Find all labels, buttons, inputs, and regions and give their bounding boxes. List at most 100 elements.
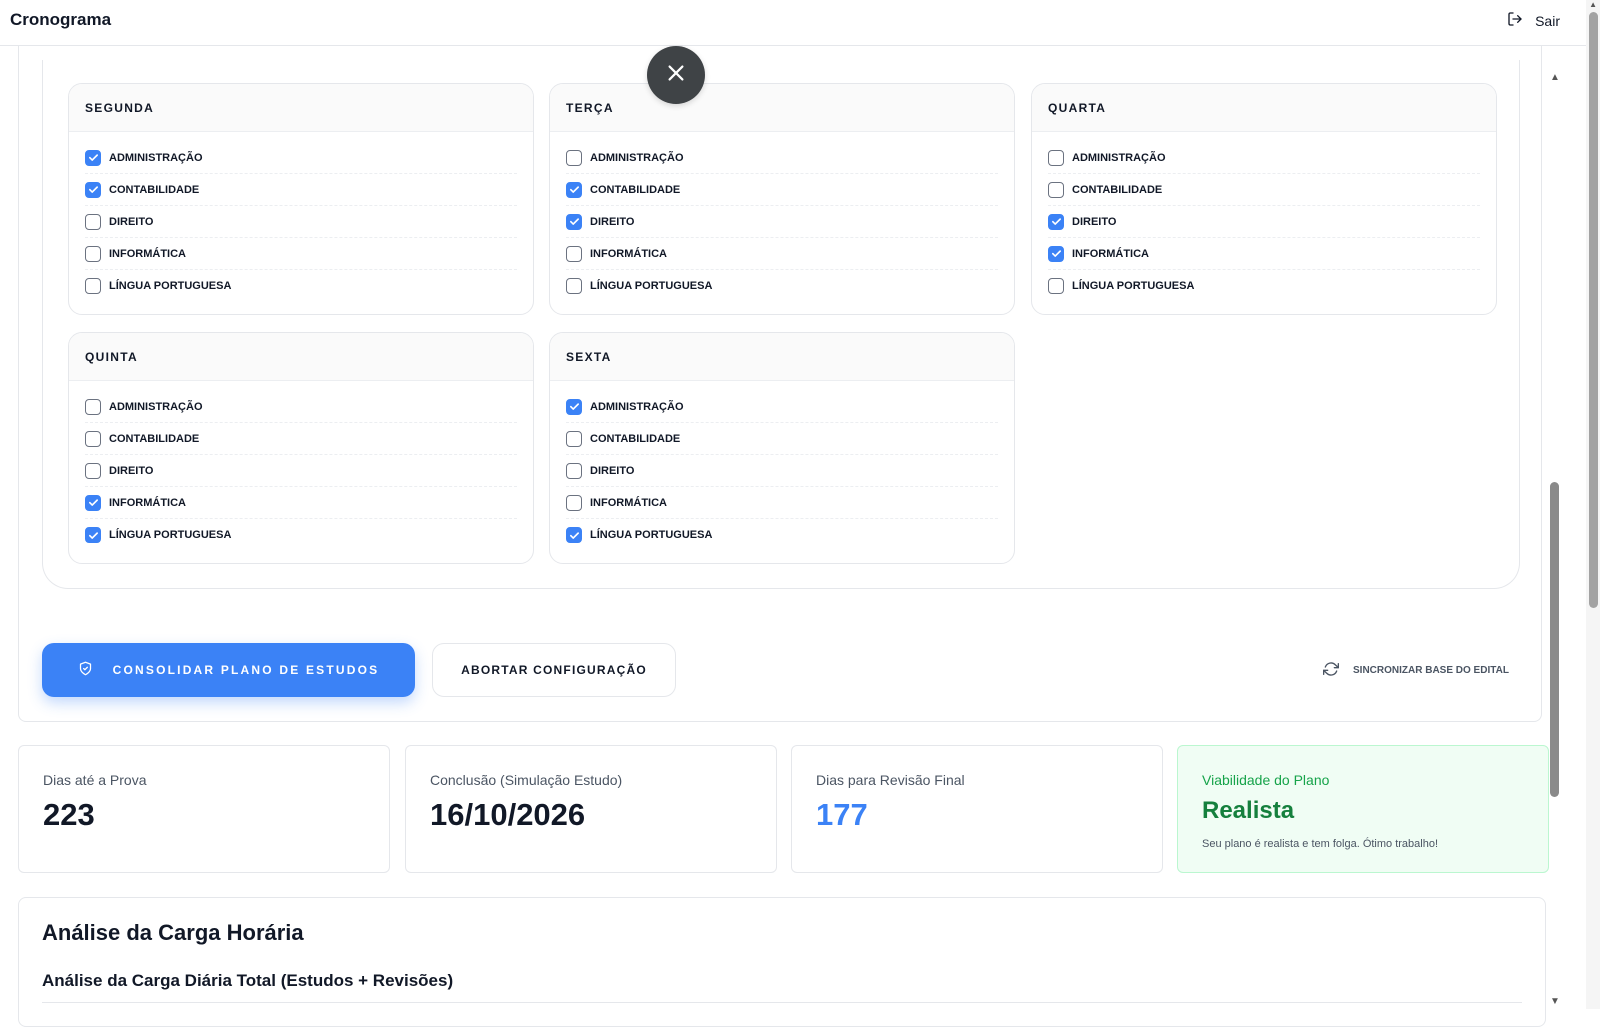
stat-label: Dias até a Prova <box>43 772 147 788</box>
subject-checkbox-informatica[interactable]: INFORMÁTICA <box>85 238 517 270</box>
subject-list: ADMINISTRAÇÃO CONTABILIDADE DIREITO INFO… <box>1032 132 1496 302</box>
subject-checkbox-direito[interactable]: DIREITO <box>85 455 517 487</box>
checkbox[interactable] <box>85 245 101 262</box>
sync-edital-label: SINCRONIZAR BASE DO EDITAL <box>1353 665 1509 676</box>
checkbox[interactable] <box>85 213 101 230</box>
checkbox[interactable] <box>85 398 101 415</box>
checkbox[interactable] <box>566 245 582 262</box>
subject-checkbox-lingua-portuguesa[interactable]: LÍNGUA PORTUGUESA <box>85 270 517 302</box>
subject-label: LÍNGUA PORTUGUESA <box>1072 280 1195 292</box>
subject-label: DIREITO <box>590 215 635 228</box>
checkbox[interactable] <box>1048 213 1064 230</box>
section-title: Análise da Carga Horária <box>42 920 304 945</box>
subject-checkbox-lingua-portuguesa[interactable]: LÍNGUA PORTUGUESA <box>85 519 517 551</box>
checkbox[interactable] <box>566 213 582 230</box>
subject-checkbox-informatica[interactable]: INFORMÁTICA <box>85 487 517 519</box>
subject-label: DIREITO <box>590 464 635 477</box>
checkbox[interactable] <box>566 181 582 198</box>
checkbox[interactable] <box>566 278 582 294</box>
consolidate-plan-button[interactable]: CONSOLIDAR PLANO DE ESTUDOS <box>42 643 415 697</box>
subject-checkbox-administracao[interactable]: ADMINISTRAÇÃO <box>1048 142 1480 174</box>
checkbox[interactable] <box>566 494 582 511</box>
subject-checkbox-contabilidade[interactable]: CONTABILIDADE <box>566 174 998 206</box>
subject-checkbox-contabilidade[interactable]: CONTABILIDADE <box>1048 174 1480 206</box>
logout-icon <box>1507 11 1523 30</box>
page-scrollbar-thumb[interactable] <box>1589 12 1598 608</box>
subject-checkbox-contabilidade[interactable]: CONTABILIDADE <box>566 423 998 455</box>
subject-checkbox-direito[interactable]: DIREITO <box>1048 206 1480 238</box>
day-title: QUARTA <box>1032 84 1496 132</box>
subject-checkbox-contabilidade[interactable]: CONTABILIDADE <box>85 423 517 455</box>
subject-checkbox-contabilidade[interactable]: CONTABILIDADE <box>85 174 517 206</box>
subject-list: ADMINISTRAÇÃO CONTABILIDADE DIREITO INFO… <box>69 132 533 302</box>
subject-checkbox-lingua-portuguesa[interactable]: LÍNGUA PORTUGUESA <box>566 270 998 302</box>
checkbox[interactable] <box>85 462 101 479</box>
page-title: Cronograma <box>10 10 112 29</box>
refresh-icon <box>1323 661 1339 680</box>
subject-checkbox-direito[interactable]: DIREITO <box>566 455 998 487</box>
subject-label: LÍNGUA PORTUGUESA <box>109 280 232 292</box>
workload-analysis-section: Análise da Carga Horária Análise da Carg… <box>18 897 1546 1027</box>
subject-label: CONTABILIDADE <box>590 432 681 445</box>
checkbox[interactable] <box>566 462 582 479</box>
day-title: SEXTA <box>550 333 1014 381</box>
page-scrollbar[interactable]: ▲ <box>1586 0 1600 1009</box>
checkbox[interactable] <box>566 149 582 166</box>
checkbox[interactable] <box>85 430 101 447</box>
consolidate-plan-label: CONSOLIDAR PLANO DE ESTUDOS <box>112 663 380 677</box>
stat-label: Dias para Revisão Final <box>816 772 965 788</box>
subject-checkbox-administracao[interactable]: ADMINISTRAÇÃO <box>566 391 998 423</box>
checkbox[interactable] <box>85 494 101 511</box>
checkbox[interactable] <box>566 398 582 415</box>
sync-edital-button[interactable]: SINCRONIZAR BASE DO EDITAL <box>1323 661 1509 680</box>
scroll-down-arrow-icon[interactable]: ▼ <box>1549 996 1561 1007</box>
checkbox[interactable] <box>1048 245 1064 262</box>
checkbox[interactable] <box>566 430 582 447</box>
close-button[interactable] <box>647 46 705 104</box>
subject-label: LÍNGUA PORTUGUESA <box>590 280 713 292</box>
subject-checkbox-lingua-portuguesa[interactable]: LÍNGUA PORTUGUESA <box>566 519 998 551</box>
subject-checkbox-administracao[interactable]: ADMINISTRAÇÃO <box>85 142 517 174</box>
checkbox[interactable] <box>85 181 101 198</box>
checkbox[interactable] <box>1048 149 1064 166</box>
day-card-segunda: SEGUNDA ADMINISTRAÇÃO CONTABILIDADE DIRE… <box>68 83 534 315</box>
day-title: QUINTA <box>69 333 533 381</box>
subject-label: ADMINISTRAÇÃO <box>109 400 203 413</box>
subject-checkbox-informatica[interactable]: INFORMÁTICA <box>566 487 998 519</box>
subject-checkbox-informatica[interactable]: INFORMÁTICA <box>1048 238 1480 270</box>
logout-button[interactable]: Sair <box>1507 11 1560 30</box>
subject-checkbox-administracao[interactable]: ADMINISTRAÇÃO <box>566 142 998 174</box>
subject-label: CONTABILIDADE <box>109 432 200 445</box>
stat-note: Seu plano é realista e tem folga. Ótimo … <box>1202 838 1439 850</box>
stat-label: Conclusão (Simulação Estudo) <box>430 772 623 788</box>
inner-scrollbar-thumb[interactable] <box>1550 482 1559 797</box>
subject-label: INFORMÁTICA <box>590 247 667 260</box>
logout-label: Sair <box>1535 12 1560 29</box>
subject-label: LÍNGUA PORTUGUESA <box>109 529 232 541</box>
checkbox[interactable] <box>1048 278 1064 294</box>
day-card-quinta: QUINTA ADMINISTRAÇÃO CONTABILIDADE DIREI… <box>68 332 534 564</box>
checkbox[interactable] <box>1048 181 1064 198</box>
scroll-up-arrow-icon[interactable]: ▲ <box>1549 72 1561 83</box>
checkbox[interactable] <box>85 278 101 294</box>
subject-checkbox-lingua-portuguesa[interactable]: LÍNGUA PORTUGUESA <box>1048 270 1480 302</box>
shield-check-icon <box>78 661 93 679</box>
close-icon <box>665 62 687 89</box>
subject-checkbox-administracao[interactable]: ADMINISTRAÇÃO <box>85 391 517 423</box>
checkbox[interactable] <box>566 527 582 543</box>
subject-label: INFORMÁTICA <box>1072 247 1149 260</box>
checkbox[interactable] <box>85 149 101 166</box>
stat-value: 16/10/2026 <box>430 797 586 832</box>
checkbox[interactable] <box>85 527 101 543</box>
abort-configuration-button[interactable]: ABORTAR CONFIGURAÇÃO <box>432 643 676 697</box>
subject-label: DIREITO <box>109 464 154 477</box>
stat-card-final-review-days: Dias para Revisão Final 177 <box>791 745 1163 873</box>
stat-value: 177 <box>816 797 868 832</box>
subject-checkbox-direito[interactable]: DIREITO <box>566 206 998 238</box>
page-scroll-up-icon[interactable]: ▲ <box>1589 0 1597 9</box>
section-subtitle: Análise da Carga Diária Total (Estudos +… <box>42 971 454 990</box>
subject-checkbox-direito[interactable]: DIREITO <box>85 206 517 238</box>
subject-checkbox-informatica[interactable]: INFORMÁTICA <box>566 238 998 270</box>
day-title: TERÇA <box>550 84 1014 132</box>
stat-card-conclusion-date: Conclusão (Simulação Estudo) 16/10/2026 <box>405 745 777 873</box>
